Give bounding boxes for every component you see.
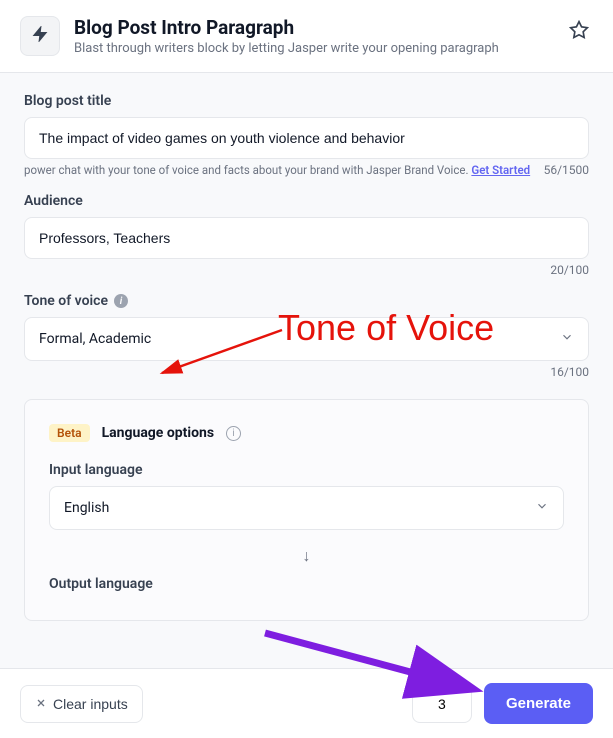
- clear-label: Clear inputs: [53, 696, 128, 712]
- input-language-group: Input language English: [49, 462, 564, 530]
- footer-bar: Clear inputs Generate: [0, 668, 613, 738]
- input-language-value: English: [64, 500, 109, 516]
- form-content: Blog post title power chat with your ton…: [0, 73, 613, 621]
- language-title: Language options: [102, 425, 214, 441]
- chevron-down-icon: [560, 330, 574, 348]
- app-header: Blog Post Intro Paragraph Blast through …: [0, 0, 613, 73]
- blog-title-input[interactable]: [24, 117, 589, 159]
- language-options-card: Beta Language options i Input language E…: [24, 399, 589, 621]
- audience-label: Audience: [24, 193, 589, 209]
- header-text: Blog Post Intro Paragraph Blast through …: [74, 16, 551, 56]
- tone-value: Formal, Academic: [39, 331, 151, 347]
- star-icon: [569, 28, 589, 43]
- tone-label: Tone of voice i: [24, 293, 589, 309]
- info-icon[interactable]: i: [226, 426, 241, 441]
- tone-select[interactable]: Formal, Academic: [24, 317, 589, 361]
- output-count-input[interactable]: [412, 685, 472, 723]
- output-language-group: Output language: [49, 576, 564, 592]
- brand-voice-hint: power chat with your tone of voice and f…: [24, 163, 530, 177]
- blog-title-hint-row: power chat with your tone of voice and f…: [24, 163, 589, 177]
- close-icon: [35, 696, 47, 712]
- audience-input[interactable]: [24, 217, 589, 259]
- arrow-down-icon: ↓: [49, 546, 564, 566]
- audience-group: Audience 20/100: [24, 193, 589, 277]
- generate-button[interactable]: Generate: [484, 683, 593, 724]
- tone-group: Tone of voice i Formal, Academic 16/100: [24, 293, 589, 379]
- page-title: Blog Post Intro Paragraph: [74, 16, 551, 39]
- tone-counter: 16/100: [24, 365, 589, 379]
- lightning-icon: [32, 26, 48, 46]
- footer-right: Generate: [412, 683, 593, 724]
- info-icon[interactable]: i: [114, 294, 128, 308]
- output-language-label: Output language: [49, 576, 564, 592]
- blog-title-counter: 56/1500: [544, 163, 589, 177]
- input-language-select[interactable]: English: [49, 486, 564, 530]
- input-language-label: Input language: [49, 462, 564, 478]
- template-icon-box: [20, 16, 60, 56]
- chevron-down-icon: [535, 499, 549, 517]
- blog-title-group: Blog post title power chat with your ton…: [24, 93, 589, 177]
- language-header: Beta Language options i: [49, 424, 564, 442]
- blog-title-label: Blog post title: [24, 93, 589, 109]
- beta-badge: Beta: [49, 424, 90, 442]
- clear-inputs-button[interactable]: Clear inputs: [20, 685, 143, 723]
- favorite-button[interactable]: [565, 16, 593, 47]
- audience-counter: 20/100: [24, 263, 589, 277]
- get-started-link[interactable]: Get Started: [471, 163, 530, 177]
- page-subtitle: Blast through writers block by letting J…: [74, 41, 551, 56]
